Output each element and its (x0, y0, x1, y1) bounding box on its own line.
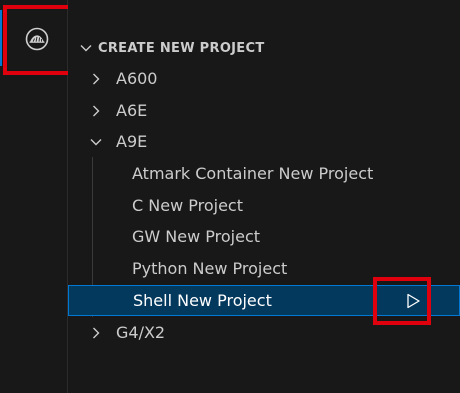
chevron-right-icon (93, 73, 100, 84)
chevron-right-icon (93, 327, 100, 338)
tree-item-label: GW New Project (132, 227, 261, 246)
section-title: CREATE NEW PROJECT (98, 40, 265, 56)
tree-item-label: Python New Project (132, 259, 288, 278)
tree-item-python-new-project[interactable]: Python New Project (68, 253, 460, 284)
tree-group-label: G4/X2 (116, 323, 166, 342)
play-icon (407, 293, 420, 309)
activity-item-armadillo[interactable] (5, 7, 68, 71)
tree-item-gw-new-project[interactable]: GW New Project (68, 221, 460, 252)
tree-item-c-new-project[interactable]: C New Project (68, 190, 460, 221)
active-indicator (0, 10, 2, 66)
tree-group-g4-x2[interactable]: G4/X2 (68, 317, 460, 348)
tree-group-a600[interactable]: A600 (68, 63, 460, 94)
armadillo-logo-icon (25, 27, 48, 51)
activity-bar (0, 0, 74, 393)
chevron-right-icon (93, 105, 100, 116)
tree-item-label: C New Project (132, 196, 243, 215)
side-panel: CREATE NEW PROJECT A600 A6E A9E Atmark C… (68, 0, 460, 393)
tree-item-shell-new-project[interactable]: Shell New Project (68, 285, 460, 316)
chevron-down-icon (80, 45, 92, 52)
tree-item-label: Shell New Project (133, 291, 272, 310)
section-header-create-new-project[interactable]: CREATE NEW PROJECT (68, 36, 460, 60)
tree-group-a6e[interactable]: A6E (68, 95, 460, 126)
tree-item-atmark-container-new-project[interactable]: Atmark Container New Project (68, 158, 460, 189)
tree-group-label: A600 (116, 69, 158, 88)
run-button[interactable] (403, 291, 423, 311)
tree-group-label: A9E (116, 132, 148, 151)
tree-group-label: A6E (116, 101, 148, 120)
vscode-window: CREATE NEW PROJECT A600 A6E A9E Atmark C… (0, 0, 460, 393)
tree-item-label: Atmark Container New Project (132, 164, 374, 183)
tree-group-a9e[interactable]: A9E (68, 126, 460, 157)
chevron-down-icon (90, 138, 102, 145)
